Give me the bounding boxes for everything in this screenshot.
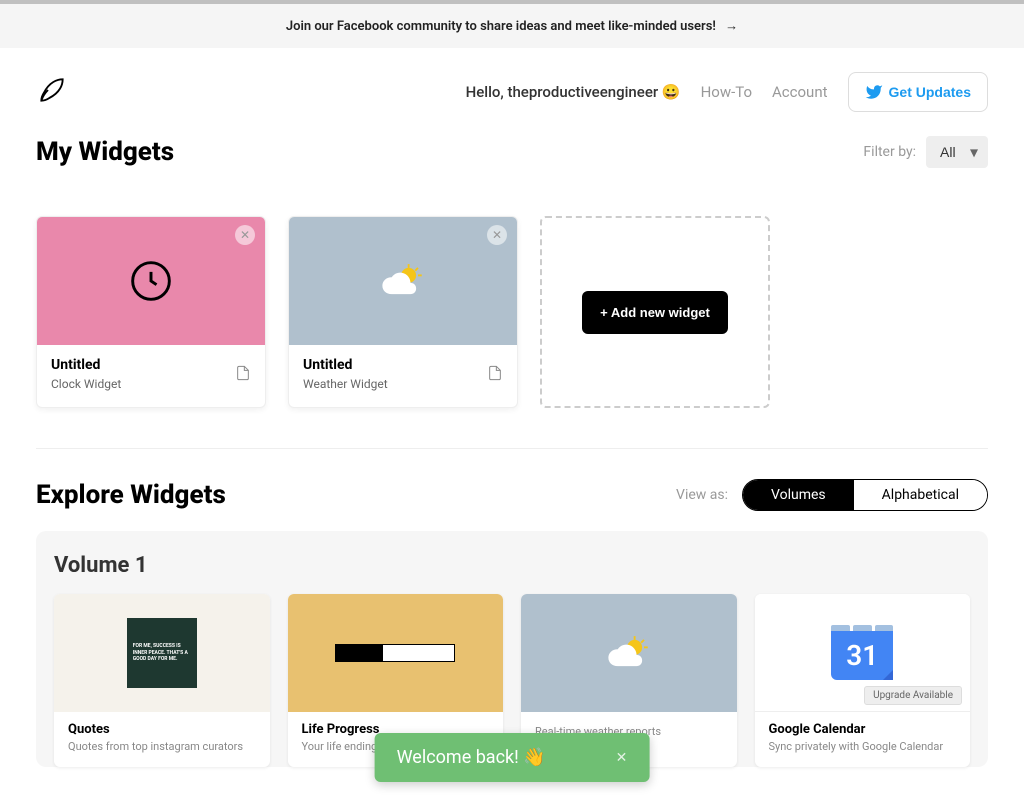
upgrade-badge: Upgrade Available <box>864 686 962 705</box>
nav-howto[interactable]: How-To <box>701 83 752 101</box>
toast-text: Welcome back! 👋 <box>397 747 546 768</box>
widget-subtitle: Weather Widget <box>303 377 503 391</box>
app-logo[interactable] <box>36 74 68 110</box>
close-icon[interactable]: ✕ <box>235 225 255 245</box>
progress-bar-icon <box>335 644 455 662</box>
copy-icon[interactable] <box>235 363 251 387</box>
toggle-alphabetical[interactable]: Alphabetical <box>854 480 987 510</box>
explore-title: Explore Widgets <box>36 480 226 510</box>
volume-title: Volume 1 <box>54 553 970 578</box>
twitter-icon <box>865 83 883 101</box>
clock-icon <box>129 259 173 303</box>
header: Hello, theproductiveengineer 😀 How-To Ac… <box>0 48 1024 126</box>
view-as-label: View as: <box>676 487 728 503</box>
card-title: Quotes <box>68 722 256 737</box>
widget-card-clock[interactable]: ✕ Untitled Clock Widget <box>36 216 266 408</box>
filter-dropdown[interactable]: All <box>926 136 988 168</box>
widget-preview: ✕ <box>37 217 265 345</box>
get-updates-label: Get Updates <box>889 84 971 100</box>
toast-close-icon[interactable]: ✕ <box>616 750 628 766</box>
widget-card-weather[interactable]: ✕ Untitled Weather Widget <box>288 216 518 408</box>
my-widgets-grid: ✕ Untitled Clock Widget ✕ Untitled Weath… <box>0 192 1024 438</box>
community-banner[interactable]: Join our Facebook community to share ide… <box>0 4 1024 48</box>
banner-text: Join our Facebook community to share ide… <box>286 19 716 34</box>
card-subtitle: Sync privately with Google Calendar <box>769 740 957 753</box>
preview <box>521 594 737 712</box>
card-title: Google Calendar <box>769 722 957 737</box>
filter-control: Filter by: All <box>863 136 988 168</box>
get-updates-button[interactable]: Get Updates <box>848 72 988 112</box>
close-icon[interactable]: ✕ <box>487 225 507 245</box>
view-toggle: Volumes Alphabetical <box>742 479 988 511</box>
greeting-text: Hello, theproductiveengineer 😀 <box>466 83 681 101</box>
copy-icon[interactable] <box>487 363 503 387</box>
explore-header: Explore Widgets View as: Volumes Alphabe… <box>0 449 1024 531</box>
calendar-icon: 31 <box>831 625 893 680</box>
add-widget-card[interactable]: + Add new widget <box>540 216 770 408</box>
volume-block: Volume 1 FOR ME, SUCCESS IS INNER PEACE.… <box>36 531 988 767</box>
weather-icon <box>599 631 659 675</box>
quote-icon: FOR ME, SUCCESS IS INNER PEACE. THAT'S A… <box>127 618 197 688</box>
filter-label: Filter by: <box>863 144 916 160</box>
header-right: Hello, theproductiveengineer 😀 How-To Ac… <box>466 72 988 112</box>
preview <box>288 594 504 712</box>
explore-card-quotes[interactable]: FOR ME, SUCCESS IS INNER PEACE. THAT'S A… <box>54 594 270 767</box>
widget-title: Untitled <box>51 357 251 373</box>
preview: FOR ME, SUCCESS IS INNER PEACE. THAT'S A… <box>54 594 270 712</box>
preview: 31 Upgrade Available <box>755 594 971 712</box>
card-subtitle: Quotes from top instagram curators <box>68 740 256 753</box>
widget-subtitle: Clock Widget <box>51 377 251 391</box>
view-as-control: View as: Volumes Alphabetical <box>676 479 988 511</box>
add-widget-button[interactable]: + Add new widget <box>582 291 728 334</box>
widget-title: Untitled <box>303 357 503 373</box>
my-widgets-section: My Widgets Filter by: All <box>0 126 1024 168</box>
weather-icon <box>373 259 433 303</box>
arrow-right-icon: → <box>725 19 738 34</box>
toggle-volumes[interactable]: Volumes <box>743 480 854 510</box>
nav-account[interactable]: Account <box>772 83 828 101</box>
explore-card-google-calendar[interactable]: 31 Upgrade Available Google Calendar Syn… <box>755 594 971 767</box>
my-widgets-title: My Widgets <box>36 137 174 167</box>
welcome-toast: Welcome back! 👋 ✕ <box>375 733 650 782</box>
widget-preview: ✕ <box>289 217 517 345</box>
